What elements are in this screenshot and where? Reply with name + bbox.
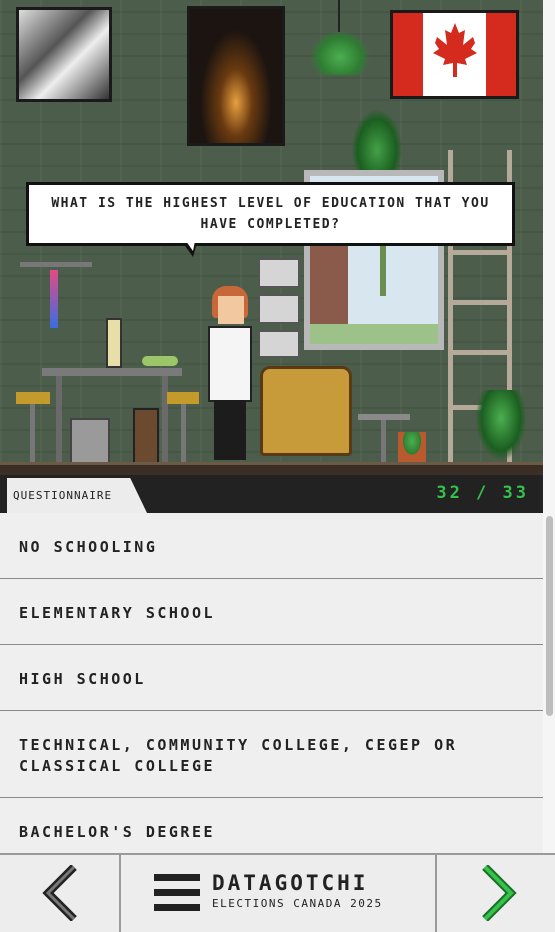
wall-panel-3 — [258, 330, 300, 358]
canada-flag — [390, 10, 519, 99]
blurred-photo-frame — [16, 7, 112, 102]
stool-left — [16, 392, 50, 404]
answer-label: No schooling — [19, 538, 158, 556]
game-scene: What is the highest level of education t… — [0, 0, 543, 475]
app-title: Datagotchi — [212, 871, 369, 895]
character-pants — [214, 400, 246, 460]
answer-label: Bachelor's degree — [19, 823, 216, 841]
tab-label: Questionnaire — [13, 489, 113, 502]
trash-bin — [70, 418, 110, 464]
wall-panel-1 — [258, 258, 300, 288]
chevron-right-icon — [482, 865, 517, 921]
answer-option[interactable]: Technical, community college, CEGEP or C… — [0, 711, 543, 799]
scarf — [50, 270, 58, 328]
maple-leaf-icon — [433, 23, 477, 77]
answer-label: Elementary school — [19, 604, 216, 622]
character — [204, 286, 256, 466]
potted-plant-right — [476, 390, 526, 460]
stool-right — [167, 392, 199, 404]
question-text: What is the highest level of education t… — [51, 196, 490, 232]
question-bubble: What is the highest level of education t… — [26, 182, 515, 246]
hanging-plant — [310, 30, 370, 75]
fire-poster — [187, 6, 285, 146]
progress-counter: 32 / 33 — [436, 483, 529, 503]
answer-option[interactable]: Elementary school — [0, 579, 543, 646]
answer-option[interactable]: High school — [0, 645, 543, 712]
scrollbar-thumb[interactable] — [546, 516, 553, 716]
answer-option[interactable]: No schooling — [0, 513, 543, 580]
next-button[interactable] — [435, 853, 555, 932]
character-shirt — [208, 326, 252, 402]
golf-bag — [133, 408, 159, 464]
coat-rack — [20, 262, 92, 267]
answer-option[interactable]: Bachelor's degree — [0, 798, 543, 853]
bottle — [106, 318, 122, 368]
answer-list: No schooling Elementary school High scho… — [0, 513, 543, 853]
plate — [142, 356, 178, 366]
hanging-plant-rope — [338, 0, 340, 32]
wall-panel-2 — [258, 294, 300, 324]
brand-menu-button[interactable]: Datagotchi Elections Canada 2025 — [150, 866, 430, 922]
armchair — [260, 366, 352, 456]
answer-label: High school — [19, 670, 146, 688]
floor — [0, 465, 543, 475]
app-subtitle: Elections Canada 2025 — [212, 897, 383, 910]
previous-button[interactable] — [0, 853, 121, 932]
chevron-left-icon — [42, 865, 77, 921]
table — [42, 368, 182, 376]
small-pot — [398, 432, 426, 462]
hamburger-menu-icon — [154, 874, 200, 911]
character-face — [218, 296, 244, 324]
scrollbar-track[interactable] — [543, 0, 555, 855]
answer-label: Technical, community college, CEGEP or C… — [19, 736, 458, 775]
tab-questionnaire: Questionnaire — [7, 478, 147, 513]
status-bar: Questionnaire 32 / 33 — [0, 475, 543, 513]
